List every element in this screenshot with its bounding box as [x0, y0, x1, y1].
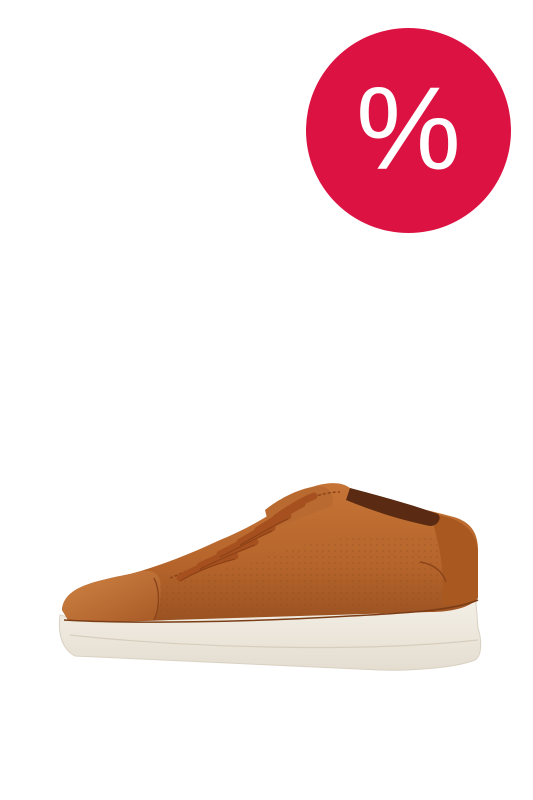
- discount-badge: %: [306, 28, 511, 233]
- product-photo-canvas: %: [0, 0, 533, 800]
- discount-percent-symbol: %: [356, 62, 461, 195]
- sneaker-icon: [58, 483, 482, 671]
- sneaker-toe: [62, 570, 161, 622]
